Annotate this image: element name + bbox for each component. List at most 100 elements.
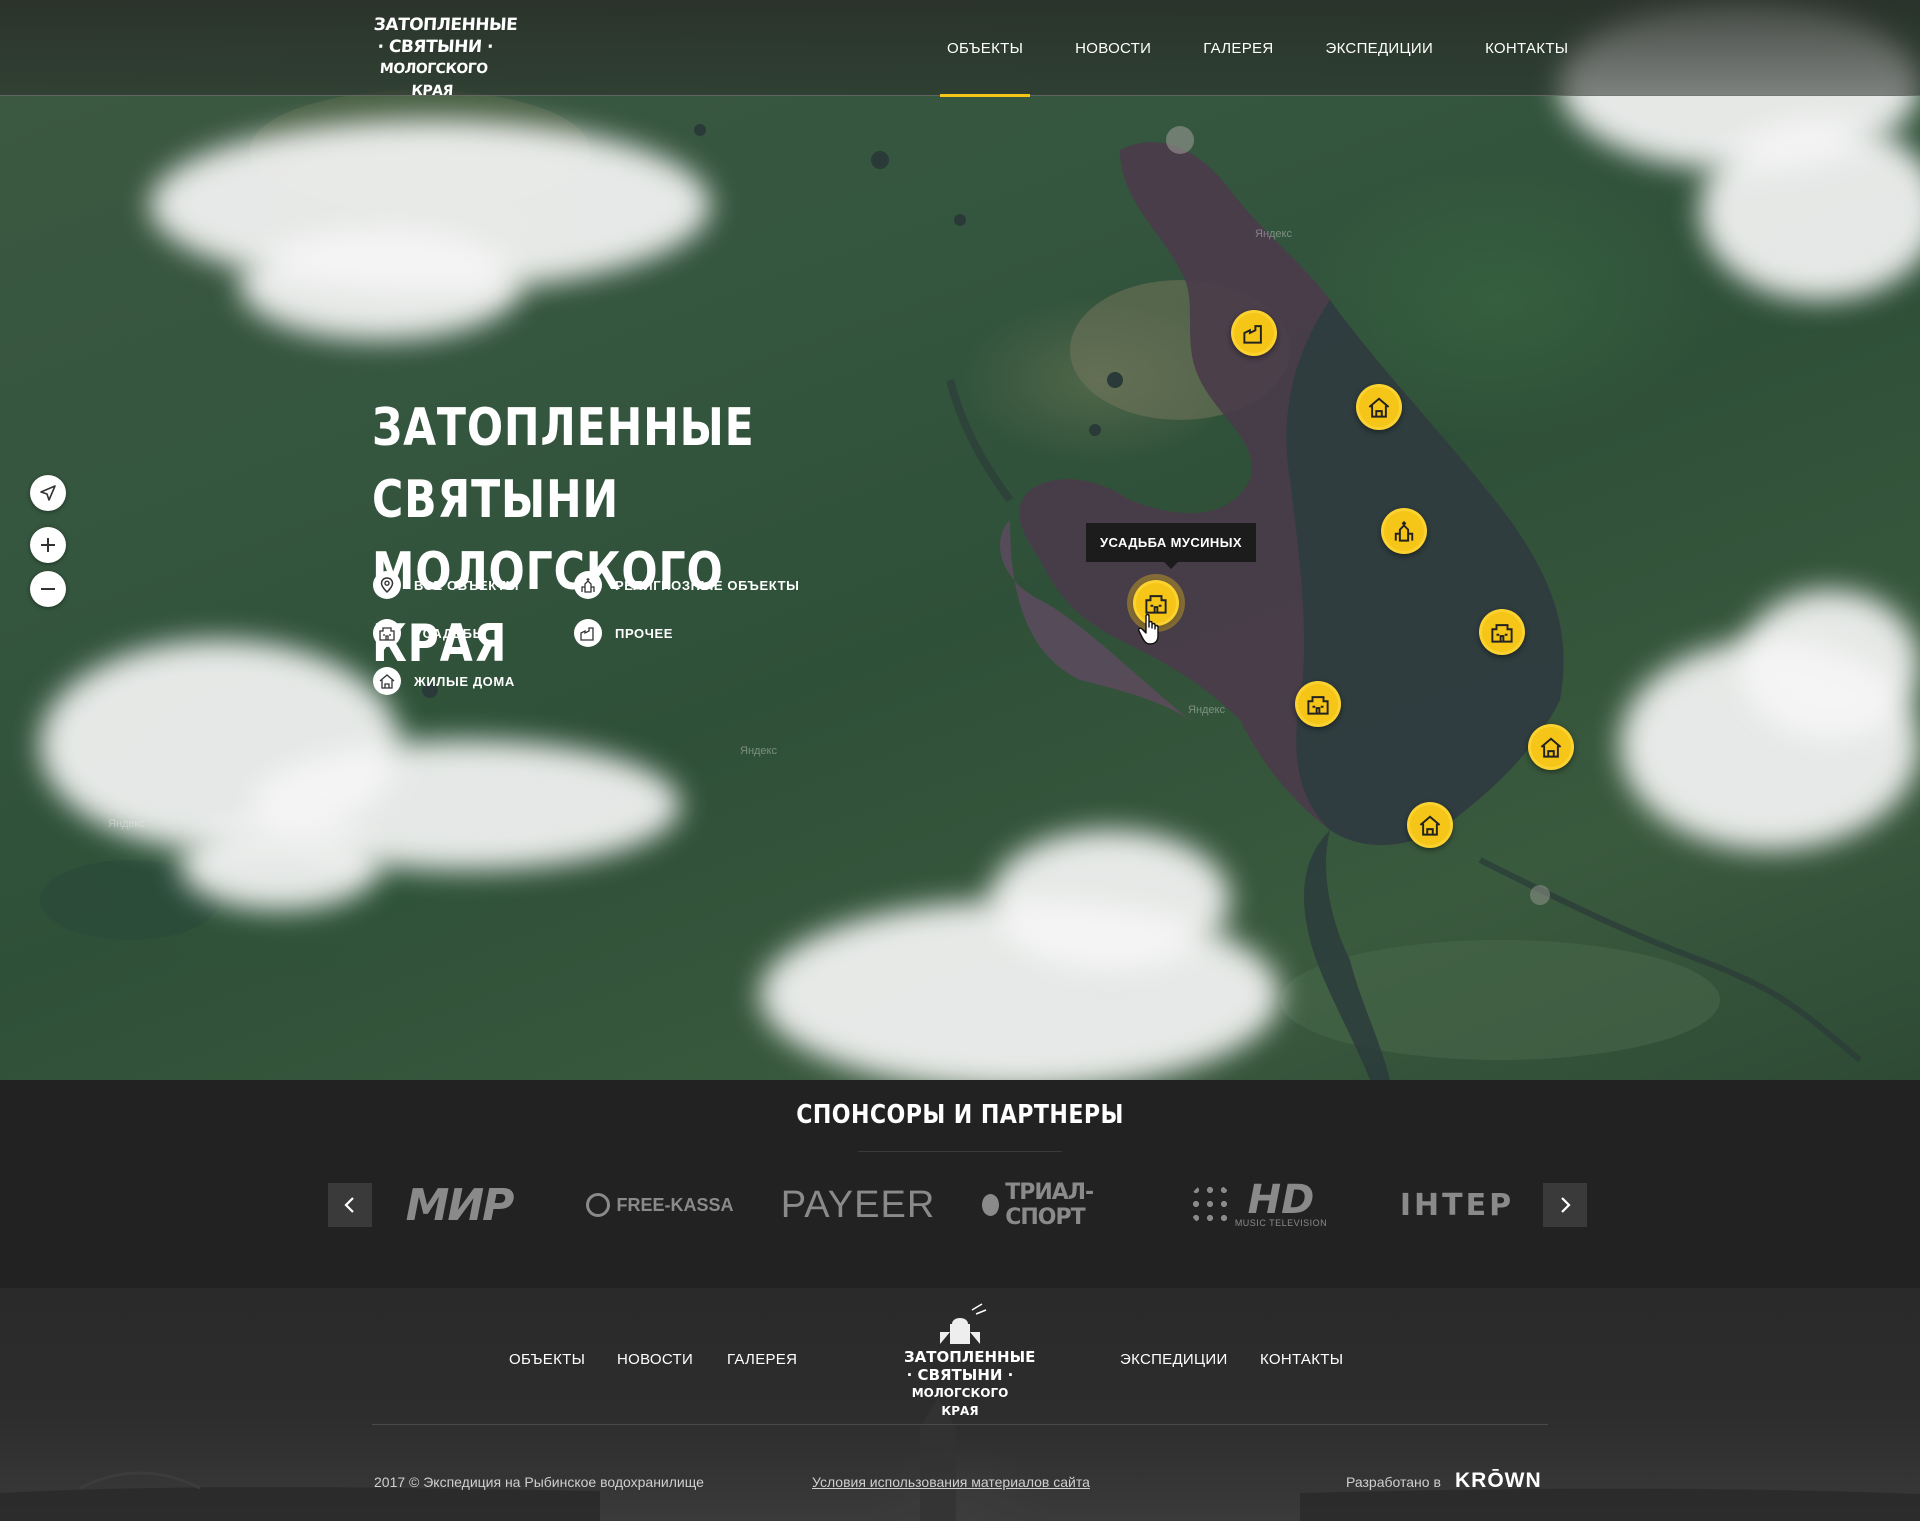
footer-nav-contacts[interactable]: КОНТАКТЫ xyxy=(1260,1351,1343,1368)
house-icon xyxy=(1540,737,1562,758)
developer-logo[interactable]: KRŌWN xyxy=(1455,1469,1542,1493)
hd-dots-icon xyxy=(1188,1183,1233,1227)
nav-gallery[interactable]: ГАЛЕРЕЯ xyxy=(1186,0,1290,96)
hand-cursor-icon xyxy=(1138,613,1159,645)
partner-logo-free-kassa[interactable]: FREE-KASSA xyxy=(586,1183,734,1227)
manor-icon xyxy=(373,619,401,647)
church-icon xyxy=(940,1302,987,1344)
filter-religious-objects[interactable]: РЕЛИГИОЗНЫЕ ОБЪЕКТЫ xyxy=(574,571,799,599)
house-icon xyxy=(1419,815,1441,836)
locate-button[interactable] xyxy=(30,475,66,511)
partner-name: ІНТЕР xyxy=(1399,1187,1515,1223)
logo-line: · СВЯТЫНИ · xyxy=(376,37,494,57)
map-pin-icon xyxy=(373,571,401,599)
terms-link[interactable]: Условия использования материалов сайта xyxy=(812,1474,1090,1490)
developer-label: Разработано в xyxy=(1346,1474,1441,1490)
partner-name: HD xyxy=(1247,1177,1315,1223)
cloud xyxy=(240,230,520,340)
copyright-text: 2017 © Экспедиция на Рыбинское водохрани… xyxy=(374,1474,704,1490)
map-watermark: Яндекс xyxy=(1255,228,1292,240)
footer-nav-gallery[interactable]: ГАЛЕРЕЯ xyxy=(727,1351,797,1368)
nav-news[interactable]: НОВОСТИ xyxy=(1058,0,1168,96)
footer-nav-expeditions[interactable]: ЭКСПЕДИЦИИ xyxy=(1120,1351,1228,1368)
site-footer: ОБЪЕКТЫ НОВОСТИ ГАЛЕРЕЯ ЗАТОПЛЕННЫЕ · СВ… xyxy=(0,1288,1920,1521)
partner-logo-payeer[interactable]: PAYEER xyxy=(781,1183,935,1227)
footer-nav-objects[interactable]: ОБЪЕКТЫ xyxy=(509,1351,585,1368)
partner-logo-trial-sport[interactable]: ТРИАЛ-СПОРТ xyxy=(982,1180,1136,1230)
carousel-next-button[interactable] xyxy=(1543,1183,1587,1227)
map-hero[interactable]: Яндекс Яндекс Яндекс Яндекс ЗАТОПЛЕННЫЕ … xyxy=(0,0,1920,1080)
cloud xyxy=(1740,590,1920,740)
manor-icon xyxy=(1491,624,1513,643)
cloud xyxy=(990,830,1230,970)
zoom-in-icon xyxy=(41,538,55,552)
cloud xyxy=(180,820,380,910)
partner-name: ТРИАЛ-СПОРТ xyxy=(1005,1180,1094,1230)
filter-manors[interactable]: УСАДЬБЫ xyxy=(373,619,486,647)
sponsors-title: СПОНСОРЫ И ПАРТНЕРЫ xyxy=(796,1100,1124,1130)
filter-houses[interactable]: ЖИЛЫЕ ДОМА xyxy=(373,667,515,695)
logo-line: МОЛОГСКОГО КРАЯ xyxy=(911,1386,1009,1418)
partner-subline: MUSIC TELEVISION xyxy=(1234,1218,1328,1228)
map-watermark: Яндекс xyxy=(1188,704,1225,716)
house-icon xyxy=(373,667,401,695)
filter-label: УСАДЬБЫ xyxy=(414,625,486,641)
partner-logo-hd[interactable]: HD MUSIC TELEVISION xyxy=(1188,1177,1328,1228)
free-kassa-icon xyxy=(586,1193,611,1217)
map-watermark: Яндекс xyxy=(108,818,145,830)
logo-line: МОЛОГСКОГО КРАЯ xyxy=(379,61,489,99)
map-marker-house[interactable] xyxy=(1356,384,1402,430)
divider xyxy=(372,1424,1548,1425)
trial-sport-icon xyxy=(982,1194,1000,1216)
map-marker-manor[interactable] xyxy=(1295,681,1341,727)
map-marker-house[interactable] xyxy=(1407,802,1453,848)
church-icon xyxy=(574,571,602,599)
logo-line: ЗАТОПЛЕННЫЕ xyxy=(373,15,518,35)
tooltip-label: УСАДЬБА МУСИНЫХ xyxy=(1100,535,1242,550)
zoom-out-button[interactable] xyxy=(30,571,66,607)
filter-all-objects[interactable]: ВСЕ ОБЪЕКТЫ xyxy=(373,571,519,599)
nav-contacts[interactable]: КОНТАКТЫ xyxy=(1468,0,1585,96)
map-watermark: Яндекс xyxy=(740,745,777,757)
filter-label: ПРОЧЕЕ xyxy=(615,625,674,641)
locate-icon xyxy=(40,485,56,501)
filter-label: РЕЛИГИОЗНЫЕ ОБЪЕКТЫ xyxy=(615,577,800,593)
site-logo[interactable]: ЗАТОПЛЕННЫЕ · СВЯТЫНИ · МОЛОГСКОГО КРАЯ xyxy=(369,14,518,99)
church-icon xyxy=(1394,521,1414,542)
partner-name: FREE-KASSA xyxy=(616,1194,734,1215)
divider xyxy=(858,1151,1062,1152)
manor-icon xyxy=(1145,595,1167,614)
partner-logo-inter[interactable]: ІНТЕР xyxy=(1388,1183,1526,1227)
filter-other[interactable]: ПРОЧЕЕ xyxy=(574,619,673,647)
house-icon xyxy=(1368,397,1390,418)
carousel-prev-button[interactable] xyxy=(328,1183,372,1227)
footer-nav-news[interactable]: НОВОСТИ xyxy=(617,1351,693,1368)
zoom-out-icon xyxy=(41,588,55,590)
marker-tooltip: УСАДЬБА МУСИНЫХ xyxy=(1086,523,1256,569)
map-marker-religious[interactable] xyxy=(1381,508,1427,554)
filter-label: ВСЕ ОБЪЕКТЫ xyxy=(414,577,520,593)
factory-icon xyxy=(574,619,602,647)
footer-logo[interactable]: ЗАТОПЛЕННЫЕ · СВЯТЫНИ · МОЛОГСКОГО КРАЯ xyxy=(904,1300,1036,1418)
map-marker-house[interactable] xyxy=(1528,724,1574,770)
chevron-left-icon xyxy=(344,1197,354,1213)
manor-icon xyxy=(1307,696,1329,715)
factory-icon xyxy=(1243,325,1262,344)
sponsors-section: СПОНСОРЫ И ПАРТНЕРЫ МИР FREE-KASSA PAYEE… xyxy=(0,1080,1920,1288)
hero-title-line: ЗАТОПЛЕННЫЕ СВЯТЫНИ xyxy=(372,398,755,530)
logo-line: · СВЯТЫНИ · xyxy=(906,1366,1014,1384)
partner-name: PAYEER xyxy=(780,1183,936,1226)
map-marker-manor[interactable] xyxy=(1479,609,1525,655)
nav-expeditions[interactable]: ЭКСПЕДИЦИИ xyxy=(1308,0,1450,96)
main-nav: ОБЪЕКТЫ НОВОСТИ ГАЛЕРЕЯ ЭКСПЕДИЦИИ КОНТА… xyxy=(930,0,1603,97)
partner-name: МИР xyxy=(405,1179,515,1231)
partner-logo-mir[interactable]: МИР xyxy=(396,1180,522,1231)
map-marker-other[interactable] xyxy=(1231,310,1277,356)
hero-title-line: МОЛОГСКОГО КРАЯ xyxy=(372,542,724,674)
zoom-in-button[interactable] xyxy=(30,527,66,563)
site-header: ЗАТОПЛЕННЫЕ · СВЯТЫНИ · МОЛОГСКОГО КРАЯ … xyxy=(0,0,1920,99)
filter-label: ЖИЛЫЕ ДОМА xyxy=(414,673,515,689)
logo-line: ЗАТОПЛЕННЫЕ xyxy=(904,1348,1036,1366)
chevron-right-icon xyxy=(1561,1197,1571,1213)
nav-objects[interactable]: ОБЪЕКТЫ xyxy=(930,0,1040,97)
